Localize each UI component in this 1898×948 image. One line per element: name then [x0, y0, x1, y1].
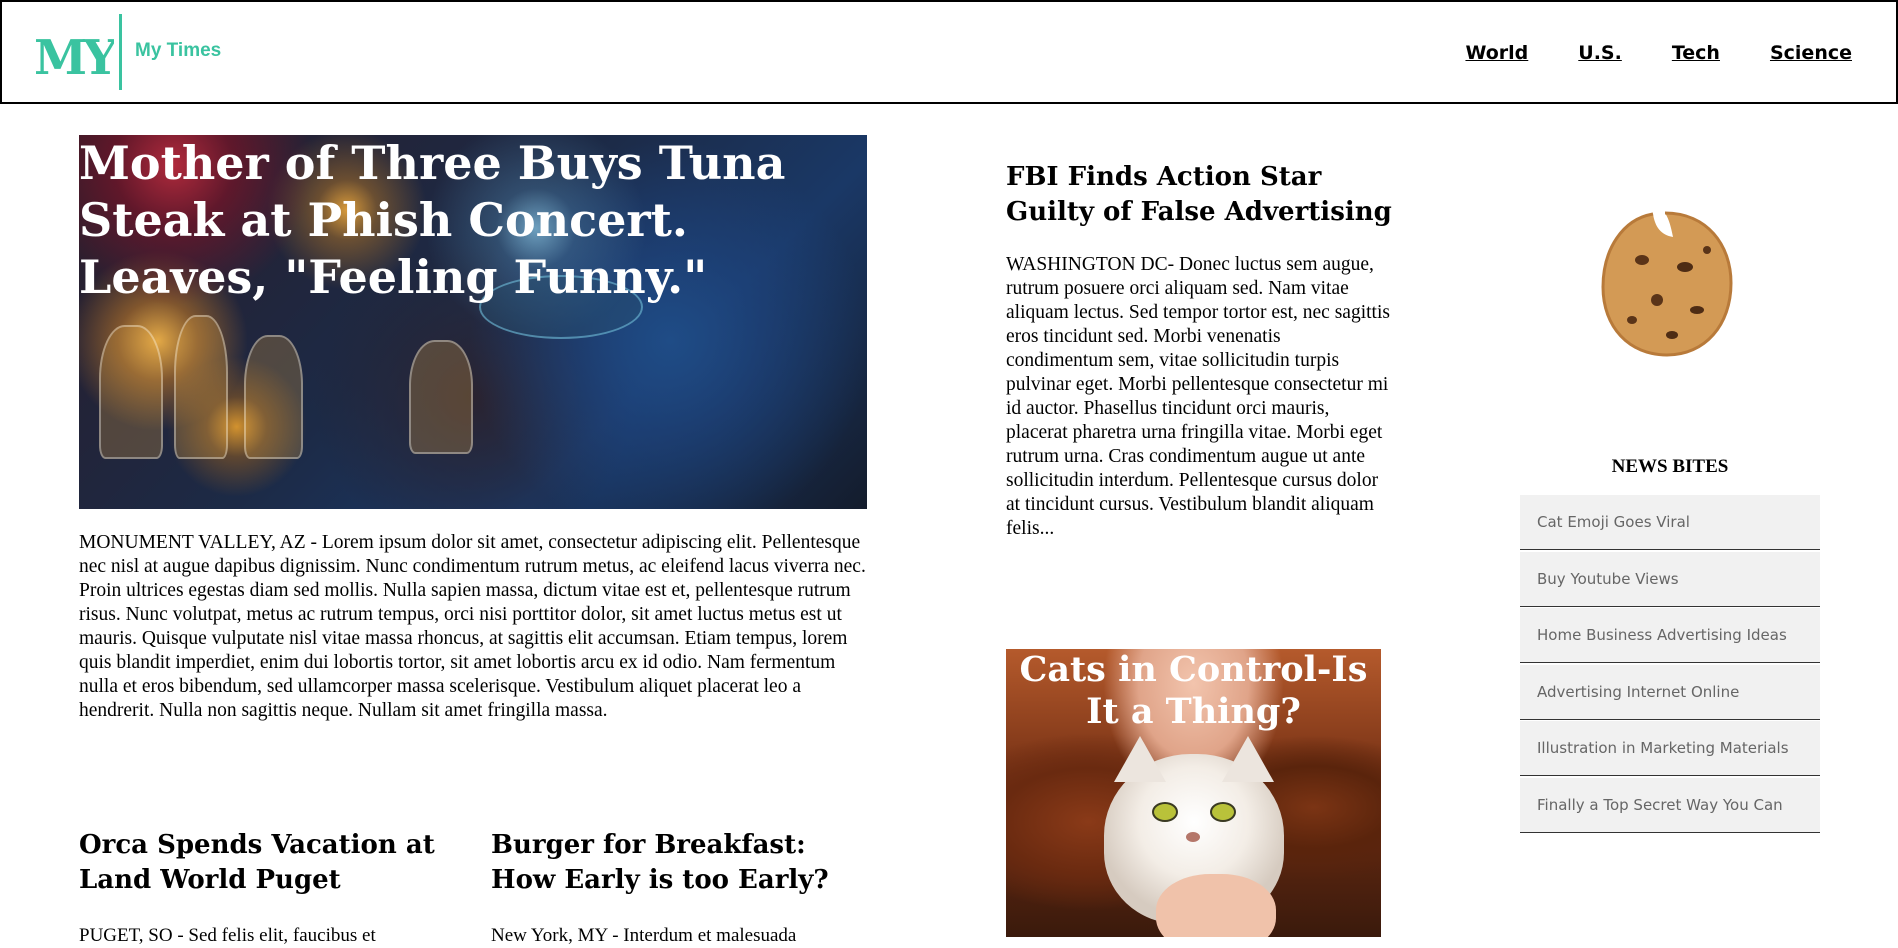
- nav-us[interactable]: U.S.: [1578, 42, 1622, 64]
- news-bite-item[interactable]: Illustration in Marketing Materials: [1520, 721, 1820, 776]
- main-nav: World U.S. Tech Science: [1465, 42, 1852, 64]
- news-bite-item[interactable]: Advertising Internet Online: [1520, 664, 1820, 720]
- myt-logo[interactable]: MY T: [34, 28, 114, 82]
- nav-tech[interactable]: Tech: [1672, 42, 1720, 64]
- wine-glass-graphic: [409, 340, 473, 454]
- story-headline[interactable]: Burger for Breakfast: How Early is too E…: [491, 828, 871, 898]
- wine-glass-graphic: [244, 335, 303, 459]
- brand-name[interactable]: My Times: [135, 40, 221, 62]
- nav-world[interactable]: World: [1465, 42, 1528, 64]
- hero-body: MONUMENT VALLEY, AZ - Lorem ipsum dolor …: [79, 532, 866, 721]
- cookie-image: [1601, 211, 1733, 357]
- cat-ear: [1114, 736, 1166, 782]
- news-bites-list: Cat Emoji Goes Viral Buy Youtube Views H…: [1520, 495, 1820, 834]
- story-snippet: New York, MY - Interdum et malesuada: [491, 925, 797, 946]
- cat-photo[interactable]: Cats in Control-Is It a Thing?: [1006, 649, 1381, 937]
- cat-card-headline[interactable]: Cats in Control-Is It a Thing?: [1006, 649, 1381, 733]
- story-headline[interactable]: Orca Spends Vacation at Land World Puget: [79, 828, 439, 898]
- site-header: MY T My Times World U.S. Tech Science: [0, 0, 1898, 104]
- hero-headline[interactable]: Mother of Three Buys Tuna Steak at Phish…: [79, 135, 839, 306]
- hero-image[interactable]: Mother of Three Buys Tuna Steak at Phish…: [79, 135, 867, 509]
- feature-body: WASHINGTON DC- Donec luctus sem augue, r…: [1006, 254, 1390, 539]
- logo-divider: [119, 14, 122, 90]
- svg-text:MY T: MY T: [34, 30, 114, 82]
- cat-nose: [1186, 832, 1200, 842]
- news-bite-item[interactable]: Buy Youtube Views: [1520, 551, 1820, 607]
- cat-eye: [1210, 802, 1236, 822]
- cat-eye: [1152, 802, 1178, 822]
- story-snippet: PUGET, SO - Sed felis elit, faucibus et: [79, 925, 376, 946]
- hand-graphic: [1156, 874, 1276, 937]
- news-bite-item[interactable]: Cat Emoji Goes Viral: [1520, 495, 1820, 550]
- nav-science[interactable]: Science: [1770, 42, 1852, 64]
- wine-glass-graphic: [99, 325, 163, 459]
- news-bite-item[interactable]: Finally a Top Secret Way You Can: [1520, 777, 1820, 833]
- cat-ear: [1222, 736, 1274, 782]
- logo-my: MY: [34, 30, 114, 82]
- wine-glass-graphic: [174, 315, 228, 459]
- news-bite-item[interactable]: Home Business Advertising Ideas: [1520, 608, 1820, 663]
- feature-headline[interactable]: FBI Finds Action Star Guilty of False Ad…: [1006, 160, 1396, 230]
- news-bites-heading: NEWS BITES: [1611, 456, 1729, 477]
